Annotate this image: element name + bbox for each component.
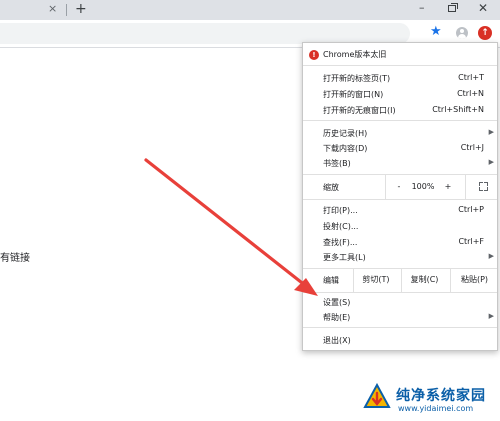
watermark-logo-icon <box>363 383 391 408</box>
annotation-arrow-shaft <box>144 158 308 288</box>
watermark-url: www.yidaimei.com <box>398 404 474 413</box>
watermark: 纯净系统家园 www.yidaimei.com <box>362 383 500 421</box>
annotation-arrow <box>144 158 318 296</box>
watermark-name: 纯净系统家园 <box>396 388 486 404</box>
